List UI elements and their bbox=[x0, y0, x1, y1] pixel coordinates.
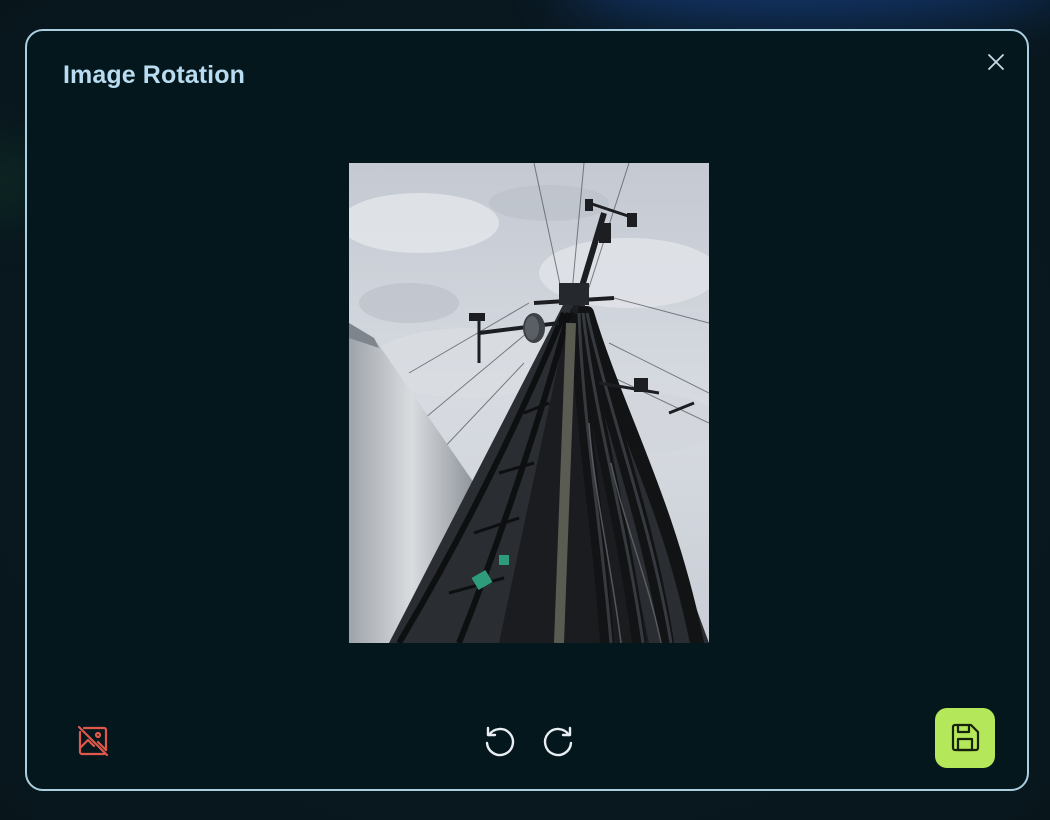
cell-tower-photo bbox=[349, 163, 709, 643]
rotate-cw-icon bbox=[543, 726, 573, 757]
save-icon bbox=[951, 723, 980, 752]
remove-image-button[interactable] bbox=[71, 719, 115, 763]
save-button[interactable] bbox=[935, 708, 995, 768]
dialog-title: Image Rotation bbox=[63, 61, 245, 89]
rotate-left-button[interactable] bbox=[477, 719, 521, 763]
rotate-ccw-icon bbox=[485, 726, 515, 757]
rotate-right-button[interactable] bbox=[537, 719, 581, 763]
close-icon bbox=[988, 54, 1004, 70]
image-off-icon bbox=[77, 725, 109, 757]
image-rotation-dialog: Image Rotation bbox=[25, 29, 1029, 791]
image-preview bbox=[349, 163, 709, 643]
close-button[interactable] bbox=[983, 49, 1009, 75]
